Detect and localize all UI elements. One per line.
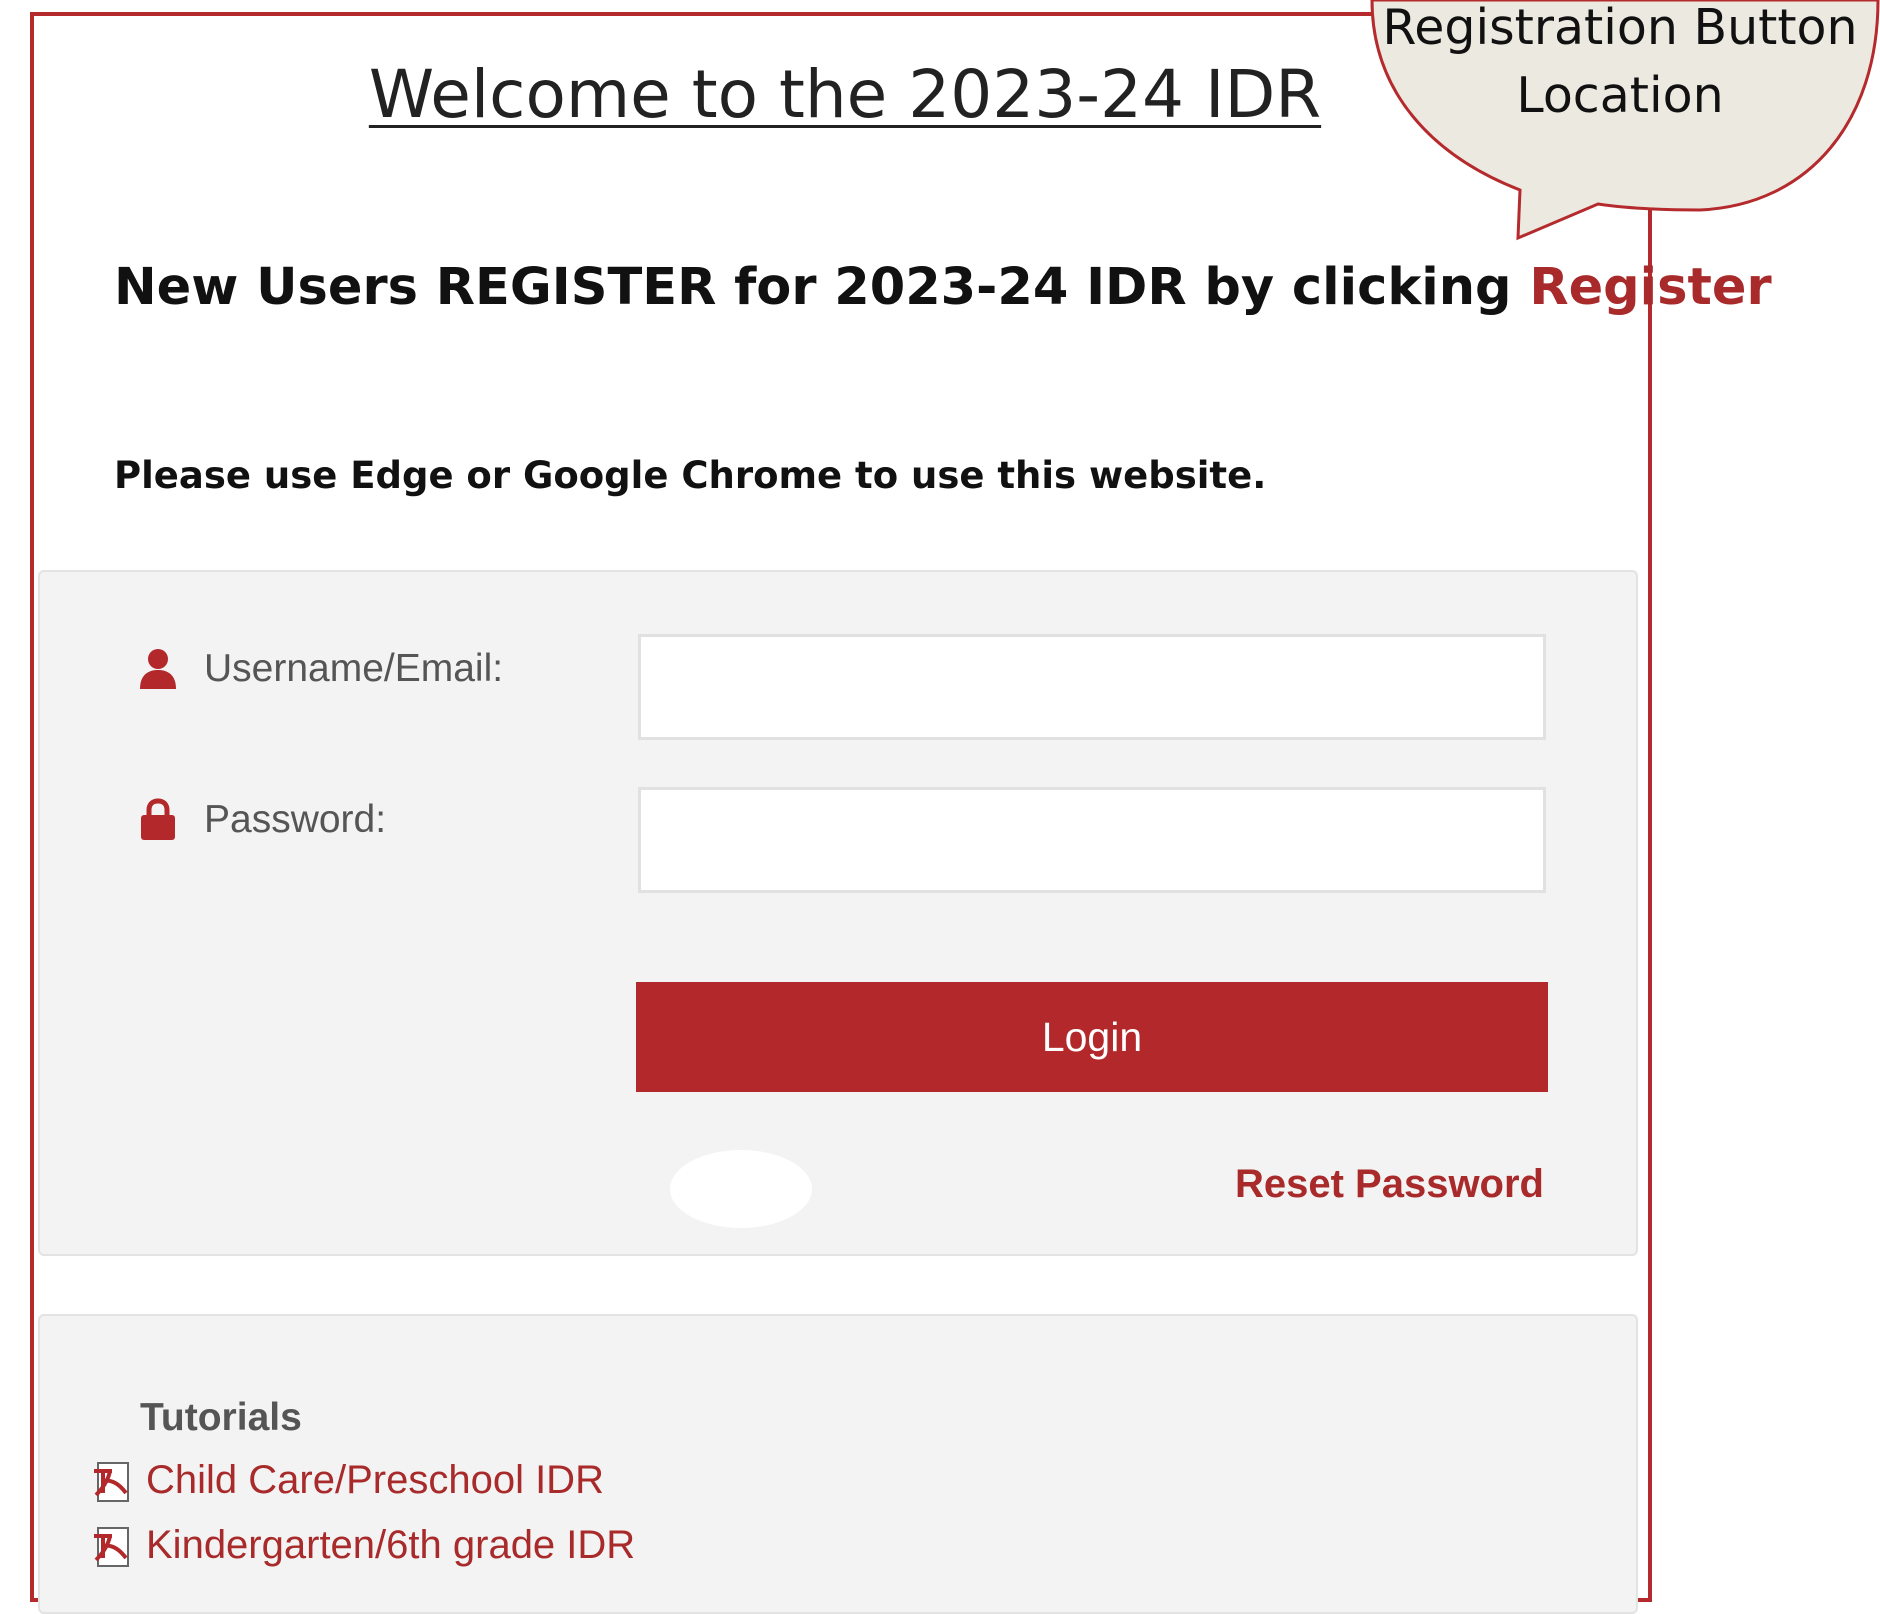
lock-icon bbox=[141, 798, 175, 840]
welcome-title-text: Welcome to the 2023-24 IDR bbox=[368, 56, 1322, 133]
tutorial-link-child-care[interactable]: Child Care/Preschool IDR bbox=[90, 1458, 604, 1503]
register-link[interactable]: Register bbox=[1529, 258, 1771, 317]
browser-note: Please use Edge or Google Chrome to use … bbox=[114, 454, 1267, 497]
login-panel: Username/Email: Password: Login Reset Pa… bbox=[38, 570, 1638, 1256]
callout-line-1: Registration Button bbox=[1382, 0, 1858, 56]
tutorial-link-kindergarten[interactable]: Kindergarten/6th grade IDR bbox=[90, 1523, 635, 1568]
user-icon bbox=[140, 649, 176, 689]
tutorials-panel: Tutorials Child Care/Preschool IDR Kinde… bbox=[38, 1314, 1638, 1614]
register-instruction: New Users REGISTER for 2023-24 IDR by cl… bbox=[114, 258, 1772, 317]
password-label-text: Password: bbox=[204, 798, 387, 841]
username-label-text: Username/Email: bbox=[204, 647, 504, 690]
register-instruction-text: New Users REGISTER for 2023-24 IDR by cl… bbox=[114, 258, 1530, 317]
login-button[interactable]: Login bbox=[636, 982, 1548, 1092]
tutorial-link-label: Child Care/Preschool IDR bbox=[146, 1458, 604, 1502]
username-input[interactable] bbox=[638, 634, 1546, 740]
tutorials-heading: Tutorials bbox=[140, 1396, 302, 1439]
tutorial-link-label: Kindergarten/6th grade IDR bbox=[146, 1523, 636, 1567]
password-label: Password: bbox=[138, 798, 386, 842]
callout-line-2: Location bbox=[1516, 67, 1724, 124]
pdf-icon bbox=[94, 1461, 129, 1502]
username-label: Username/Email: bbox=[138, 647, 503, 691]
callout-text: Registration Button Location bbox=[1380, 0, 1860, 130]
redaction-blob bbox=[670, 1150, 812, 1228]
pdf-icon bbox=[94, 1526, 129, 1567]
password-input[interactable] bbox=[638, 787, 1546, 893]
reset-password-link[interactable]: Reset Password bbox=[1235, 1162, 1544, 1207]
